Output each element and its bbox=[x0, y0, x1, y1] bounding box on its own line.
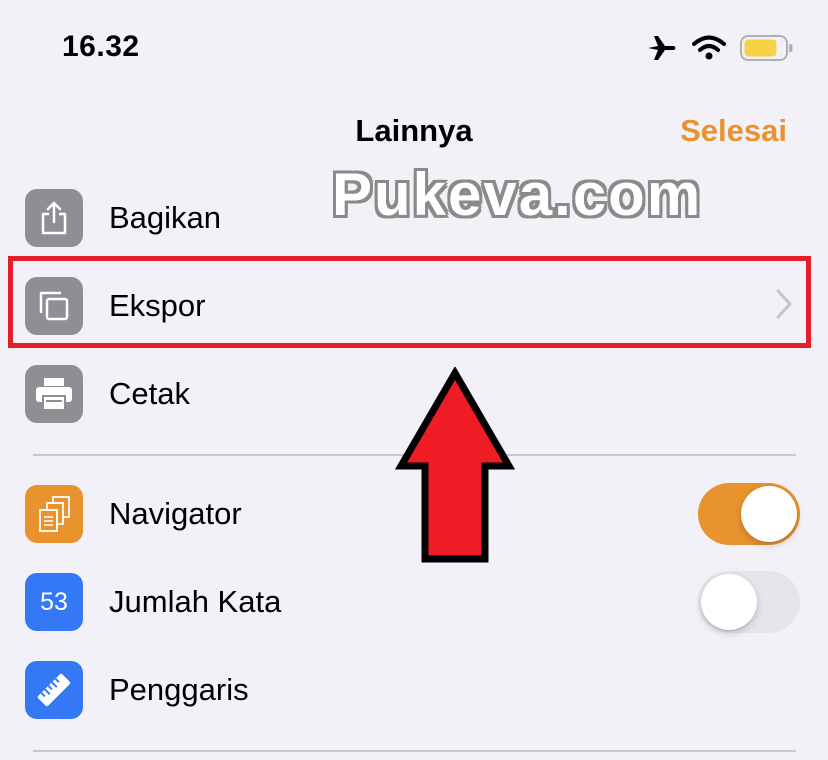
share-icon bbox=[25, 189, 83, 247]
done-button[interactable]: Selesai bbox=[680, 113, 787, 149]
toggle-knob bbox=[701, 574, 757, 630]
word-count-icon-text: 53 bbox=[40, 587, 68, 616]
option-label: Jumlah Kata bbox=[109, 584, 282, 619]
menu-item-label: Bagikan bbox=[109, 200, 222, 235]
menu-item-share[interactable]: Bagikan bbox=[0, 174, 828, 262]
option-label: Navigator bbox=[109, 496, 242, 531]
menu-item-label: Cetak bbox=[109, 376, 190, 411]
option-ruler[interactable]: Penggaris bbox=[0, 646, 828, 734]
ruler-icon bbox=[25, 661, 83, 719]
print-icon bbox=[25, 365, 83, 423]
wifi-icon bbox=[692, 35, 726, 66]
highlight-frame bbox=[8, 256, 811, 348]
airplane-icon bbox=[646, 34, 678, 67]
divider bbox=[33, 750, 796, 752]
status-icons bbox=[646, 34, 794, 67]
option-word-count: 53 Jumlah Kata bbox=[0, 558, 828, 646]
navigator-toggle[interactable] bbox=[698, 483, 800, 545]
toggle-knob bbox=[741, 486, 797, 542]
battery-icon bbox=[740, 34, 794, 67]
pages-icon bbox=[25, 485, 83, 543]
word-count-icon: 53 bbox=[25, 573, 83, 631]
option-label: Penggaris bbox=[109, 672, 249, 707]
word-count-toggle[interactable] bbox=[698, 571, 800, 633]
status-time: 16.32 bbox=[62, 30, 140, 63]
arrow-up-icon bbox=[394, 366, 516, 568]
